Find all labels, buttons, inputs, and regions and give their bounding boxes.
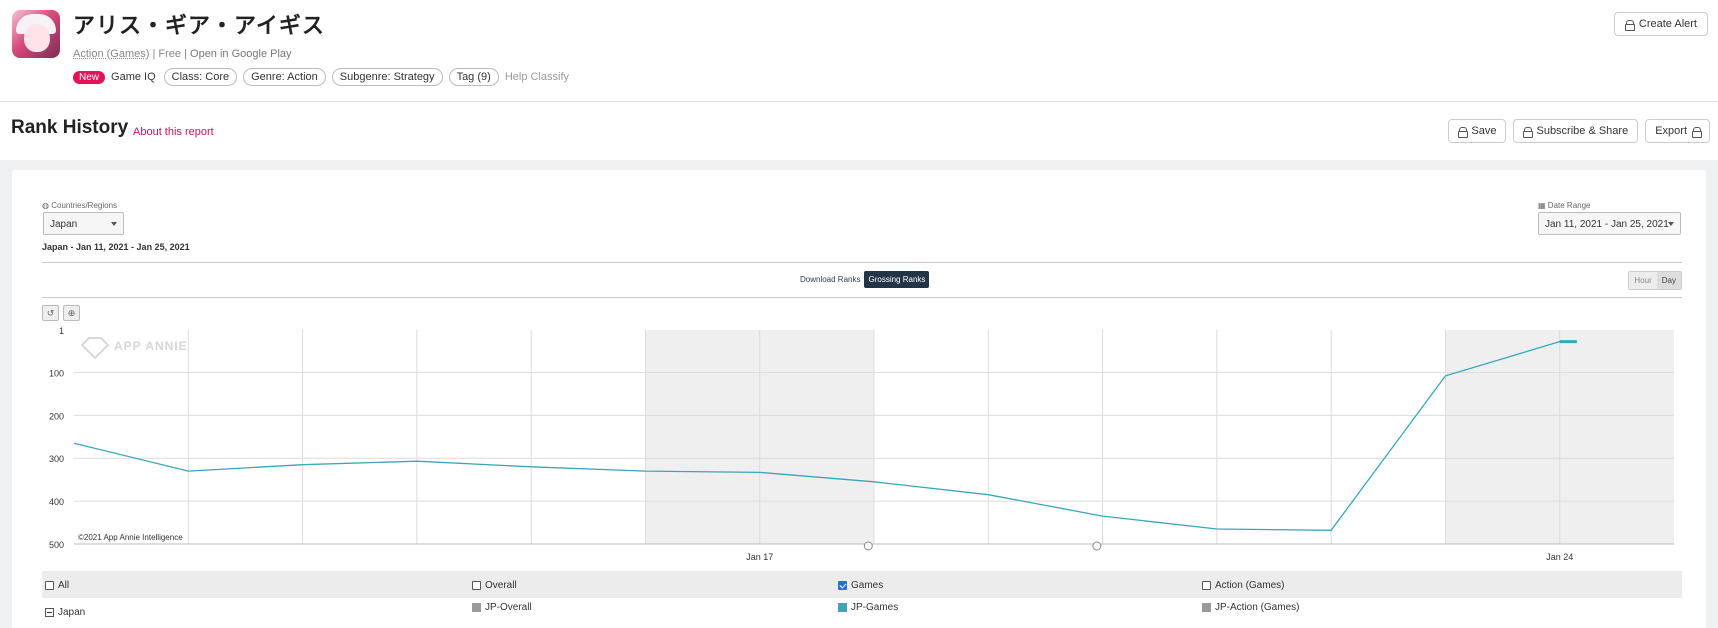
granularity-day[interactable]: Day xyxy=(1656,272,1681,289)
date-range-value: Jan 11, 2021 - Jan 25, 2021 xyxy=(1545,219,1669,230)
legend-item-jp-overall[interactable]: JP-Overall xyxy=(472,602,532,613)
y-tick-label: 200 xyxy=(49,411,64,421)
tag-class[interactable]: Class: Core xyxy=(163,68,238,86)
legend-item-jp-action-games[interactable]: JP-Action (Games) xyxy=(1202,602,1299,613)
reset-zoom-icon[interactable]: ↺ xyxy=(42,305,59,321)
country-value: Japan xyxy=(50,219,78,230)
separator: | xyxy=(181,48,191,60)
legend-overall[interactable]: Overall xyxy=(472,580,517,591)
y-tick-label: 500 xyxy=(49,540,64,550)
calendar-icon: ▦ xyxy=(1538,201,1546,210)
create-alert-label: Create Alert xyxy=(1638,18,1697,30)
rank-type-toggle: Download Ranks Grossing Ranks xyxy=(796,271,930,288)
watermark-text: APP ANNIE xyxy=(114,339,188,353)
y-tick-label: 400 xyxy=(49,497,64,507)
country-select[interactable]: Japan xyxy=(43,212,124,235)
range-handle xyxy=(1092,541,1102,551)
legend-all-label: All xyxy=(58,580,70,591)
chevron-down-icon xyxy=(111,222,117,226)
zoom-icon[interactable]: ⊕ xyxy=(63,305,80,321)
app-meta: Action (Games) | Free | Open in Google P… xyxy=(73,48,292,60)
checkbox-action-games[interactable] xyxy=(1202,581,1211,590)
rank-history-header: Rank History About this report Save Subs… xyxy=(0,102,1718,160)
granularity-toggle: Hour Day xyxy=(1628,271,1682,290)
app-icon[interactable] xyxy=(12,10,60,58)
page-title: Rank History xyxy=(11,117,129,138)
legend-games-label: Games xyxy=(851,580,884,591)
category-link[interactable]: Action (Games) xyxy=(73,48,149,60)
copyright-text: ©2021 App Annie Intelligence xyxy=(78,533,183,542)
tab-grossing-ranks[interactable]: Grossing Ranks xyxy=(864,271,930,288)
series-swatch xyxy=(472,603,481,612)
legend-action-games[interactable]: Action (Games) xyxy=(1202,580,1284,591)
y-tick-label: 1 xyxy=(59,326,64,336)
help-classify-link[interactable]: Help Classify xyxy=(505,71,569,83)
granularity-hour[interactable]: Hour xyxy=(1629,272,1657,289)
globe-icon: ◍ xyxy=(42,201,49,210)
legend-item-label: JP-Games xyxy=(851,602,899,613)
legend-games[interactable]: Games xyxy=(838,580,883,591)
lock-icon xyxy=(1624,19,1635,31)
countries-label-text: Countries/Regions xyxy=(51,201,118,210)
save-button[interactable]: Save xyxy=(1448,119,1507,143)
export-button[interactable]: Export xyxy=(1645,119,1710,143)
lock-icon xyxy=(1523,126,1534,138)
tab-download-ranks[interactable]: Download Ranks xyxy=(796,271,864,288)
app-icon-face xyxy=(24,24,50,52)
legend-country-label: Japan xyxy=(58,607,86,618)
range-handle xyxy=(863,541,873,551)
divider xyxy=(42,297,1682,298)
legend-country-row[interactable]: Japan xyxy=(45,607,85,618)
game-iq-label: Game IQ xyxy=(111,71,156,83)
export-label: Export xyxy=(1655,125,1687,137)
legend-action-label: Action (Games) xyxy=(1215,580,1285,591)
series-swatch xyxy=(1202,603,1211,612)
report-subtitle: Japan - Jan 11, 2021 - Jan 25, 2021 xyxy=(42,242,190,252)
checkbox-overall[interactable] xyxy=(472,581,481,590)
rank-history-chart: 1 100 200 300 400 500 Jan 17 Jan 24 APP ANNIE ©20… xyxy=(49,326,1674,562)
tag-count[interactable]: Tag (9) xyxy=(448,68,499,86)
y-tick-label: 100 xyxy=(49,368,64,378)
report-actions: Save Subscribe & Share Export xyxy=(1448,119,1710,143)
x-tick-label: Jan 24 xyxy=(1546,552,1573,562)
tag-subgenre[interactable]: Subgenre: Strategy xyxy=(331,68,443,86)
date-range-select[interactable]: Jan 11, 2021 - Jan 25, 2021 xyxy=(1538,212,1681,235)
chevron-down-icon xyxy=(1668,222,1674,226)
lock-icon xyxy=(1692,126,1702,138)
y-tick-label: 300 xyxy=(49,454,64,464)
legend-item-label: JP-Overall xyxy=(485,602,532,613)
tag-genre[interactable]: Genre: Action xyxy=(243,68,326,86)
app-title: アリス・ギア・アイギス xyxy=(73,13,325,38)
countries-label: ◍ Countries/Regions xyxy=(42,201,117,210)
google-play-link[interactable]: Open in Google Play xyxy=(190,48,292,60)
series-legend: All Overall Games Action (Games) Japan J… xyxy=(42,571,1682,628)
series-swatch xyxy=(838,603,847,612)
app-header: アリス・ギア・アイギス Action (Games) | Free | Open… xyxy=(0,0,1718,102)
x-tick-label: Jan 17 xyxy=(746,552,773,562)
create-alert-button[interactable]: Create Alert xyxy=(1613,12,1708,36)
checkbox-games[interactable] xyxy=(838,581,847,590)
tag-row: New Game IQ Class: Core Genre: Action Su… xyxy=(73,68,569,86)
collapse-icon[interactable] xyxy=(45,608,54,617)
checkbox-all[interactable] xyxy=(45,581,54,590)
lock-icon xyxy=(1458,126,1469,138)
new-badge: New xyxy=(73,70,106,84)
price-label: Free xyxy=(158,48,182,60)
date-range-label: ▦ Date Range xyxy=(1538,201,1591,210)
legend-item-jp-games[interactable]: JP-Games xyxy=(838,602,898,613)
subscribe-label: Subscribe & Share xyxy=(1536,125,1629,137)
about-report-link[interactable]: About this report xyxy=(133,126,214,138)
divider xyxy=(42,262,1682,263)
legend-all[interactable]: All xyxy=(45,580,69,591)
date-range-label-text: Date Range xyxy=(1547,201,1591,210)
legend-item-label: JP-Action (Games) xyxy=(1215,602,1300,613)
save-label: Save xyxy=(1471,125,1497,137)
subscribe-share-button[interactable]: Subscribe & Share xyxy=(1513,119,1639,143)
legend-overall-label: Overall xyxy=(485,580,517,591)
